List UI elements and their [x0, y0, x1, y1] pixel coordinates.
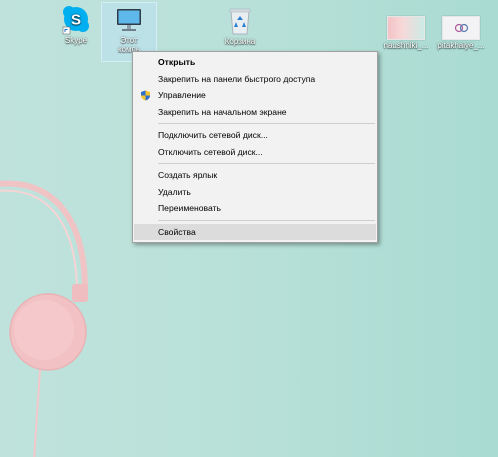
desktop-icon-label: Skype — [64, 36, 88, 45]
computer-icon — [117, 9, 141, 31]
menu-item-open[interactable]: Открыть — [133, 54, 377, 71]
menu-item-map-network-drive[interactable]: Подключить сетевой диск... — [133, 127, 377, 144]
recycle-bin-icon — [229, 8, 251, 35]
menu-item-label: Подключить сетевой диск... — [158, 130, 268, 140]
menu-separator — [158, 219, 375, 221]
desktop-icon-label: naushniki_... — [383, 41, 429, 50]
image-file-icon — [387, 16, 425, 40]
menu-item-label: Управление — [158, 90, 206, 100]
menu-item-label: Удалить — [158, 186, 191, 197]
desktop-icon-recycle-bin[interactable]: Корзина — [214, 6, 266, 46]
uac-shield-icon — [141, 90, 150, 101]
menu-item-label: Отключить сетевой диск... — [158, 146, 263, 157]
menu-item-rename[interactable]: Переименовать — [133, 200, 377, 217]
skype-icon: S — [62, 6, 89, 35]
svg-text:S: S — [71, 12, 81, 29]
menu-item-manage[interactable]: Управление — [133, 87, 377, 104]
menu-item-pin-start[interactable]: Закрепить на начальном экране — [133, 104, 377, 121]
desktop-icon-skype[interactable]: S Skype — [56, 5, 96, 45]
menu-item-label: Закрепить на начальном экране — [158, 106, 287, 117]
menu-item-label: Свойства — [158, 226, 196, 237]
menu-item-properties[interactable]: Свойства — [134, 223, 376, 240]
menu-separator — [158, 163, 375, 164]
desktop-icon-label: pitakhaiye_... — [437, 41, 485, 50]
desktop-icon-label: Корзина — [224, 37, 256, 46]
menu-separator — [158, 123, 375, 124]
menu-item-create-shortcut[interactable]: Создать ярлык — [133, 167, 377, 184]
desktop-icon-pitakhaiye[interactable]: pitakhaiye_... — [432, 16, 490, 50]
context-menu: Открыть Закрепить на панели быстрого дос… — [132, 51, 378, 243]
menu-item-label: Переименовать — [158, 203, 222, 213]
menu-item-delete[interactable]: Удалить — [133, 184, 377, 201]
menu-item-label: Открыть — [158, 57, 196, 67]
menu-item-pin-quick-access[interactable]: Закрепить на панели быстрого доступа — [133, 71, 377, 88]
menu-item-label: Закрепить на панели быстрого доступа — [158, 73, 316, 84]
image-file-icon — [442, 16, 480, 40]
desktop-icon-naushniki[interactable]: naushniki_... — [378, 16, 434, 50]
menu-item-disconnect-network-drive[interactable]: Отключить сетевой диск... — [133, 144, 377, 161]
menu-item-label: Создать ярлык — [158, 170, 218, 180]
